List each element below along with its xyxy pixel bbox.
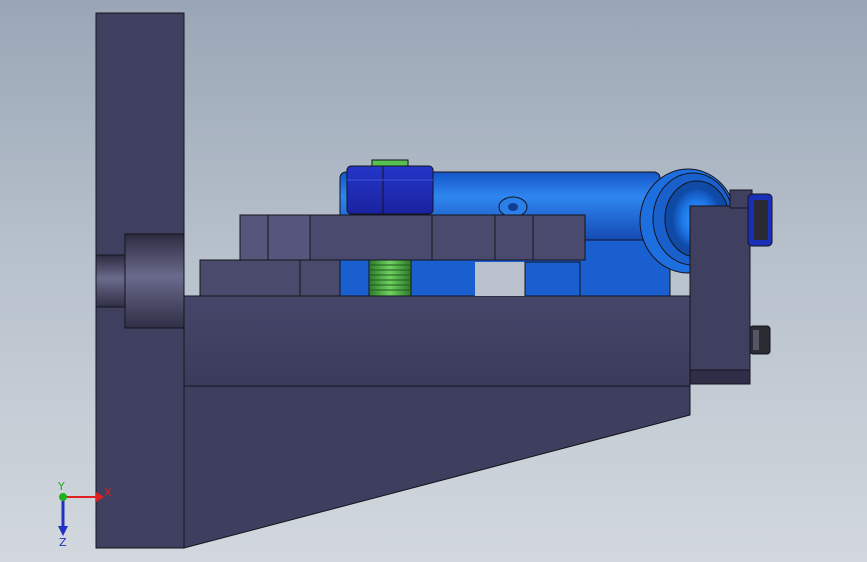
right-end-block[interactable]	[689, 189, 753, 385]
triad-y-label: Y	[57, 480, 65, 493]
upper-clamp-plate[interactable]	[239, 214, 586, 261]
side-cap[interactable]	[747, 193, 773, 247]
triad-z-label: Z	[59, 536, 67, 549]
triad-x-label: X	[104, 486, 112, 499]
assembly-model[interactable]: X Y Z	[0, 0, 867, 562]
hex-nut[interactable]	[346, 165, 434, 215]
cad-viewport[interactable]: X Y Z	[0, 0, 867, 562]
triad-y-axis-icon	[59, 493, 67, 501]
triad-z-arrow-icon	[58, 526, 68, 536]
side-pin[interactable]	[749, 325, 771, 355]
base-bracket[interactable]	[183, 295, 691, 549]
lower-clamp-block[interactable]	[199, 259, 341, 297]
vertical-back-plate[interactable]	[95, 12, 185, 549]
